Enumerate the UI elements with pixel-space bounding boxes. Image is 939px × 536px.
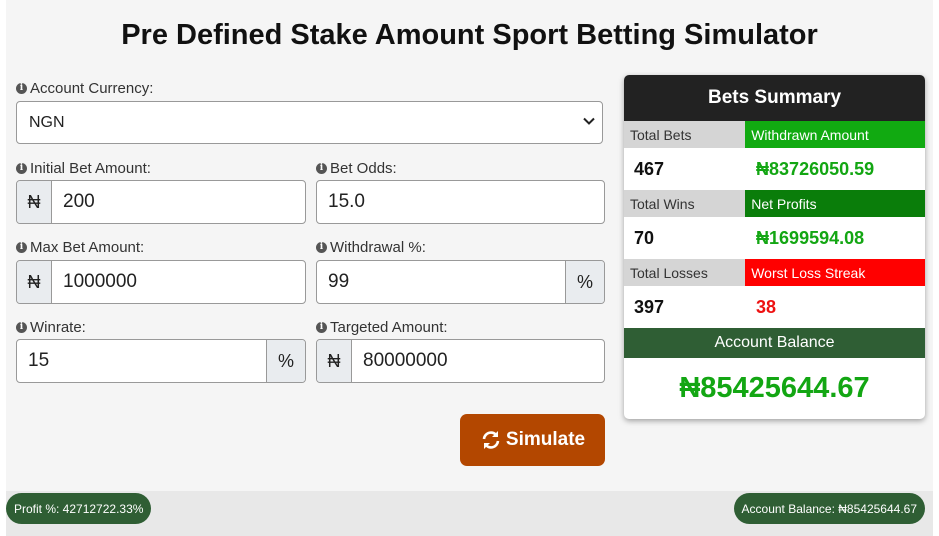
account-balance-label: Account Balance [624, 328, 925, 358]
target-label: i Targeted Amount: [316, 319, 448, 336]
withdrawal-group: 99 % [316, 260, 605, 304]
total-bets-value: 467 [634, 158, 665, 179]
account-balance-value: ₦85425644.67 [679, 371, 870, 404]
summary-row-values: 467 ₦83726050.59 [624, 148, 925, 190]
bets-summary-card: Bets Summary Total Bets Withdrawn Amount… [624, 75, 925, 419]
info-icon: i [316, 163, 327, 174]
withdrawn-value: ₦83726050.59 [756, 158, 875, 179]
info-icon: i [16, 83, 27, 94]
info-icon: i [316, 322, 327, 333]
summary-row-values: 397 38 [624, 286, 925, 328]
info-icon: i [16, 242, 27, 253]
initial-bet-input[interactable]: 200 [52, 181, 305, 223]
worst-streak-label: Worst Loss Streak [745, 259, 925, 286]
winrate-input[interactable]: 15 [17, 340, 266, 382]
withdrawal-label: i Withdrawal %: [316, 239, 426, 256]
info-icon: i [16, 322, 27, 333]
currency-symbol-addon: ₦ [17, 261, 52, 303]
info-icon: i [16, 163, 27, 174]
max-bet-input[interactable]: 1000000 [52, 261, 305, 303]
profit-badge: Profit %: 42712722.33% [6, 493, 152, 524]
total-wins-value: 70 [634, 227, 655, 248]
bet-odds-input[interactable]: 15.0 [317, 181, 604, 223]
summary-row-header: Total Bets Withdrawn Amount [624, 121, 925, 148]
account-balance-badge: Account Balance: ₦85425644.67 [733, 493, 925, 524]
withdrawn-label: Withdrawn Amount [745, 121, 925, 148]
worst-streak-value: 38 [756, 296, 777, 317]
max-bet-group: ₦ 1000000 [16, 260, 306, 304]
max-bet-label: i Max Bet Amount: [16, 239, 144, 256]
percent-addon: % [565, 261, 604, 303]
summary-row-values: 70 ₦1699594.08 [624, 217, 925, 259]
percent-addon: % [266, 340, 305, 382]
bet-odds-group: 15.0 [316, 180, 605, 224]
net-profits-label: Net Profits [745, 190, 925, 217]
currency-symbol-addon: ₦ [17, 181, 52, 223]
page-title: Pre Defined Stake Amount Sport Betting S… [121, 19, 818, 51]
summary-row-header: Total Wins Net Profits [624, 190, 925, 217]
simulate-button[interactable]: Simulate [460, 414, 605, 466]
refresh-icon [482, 431, 500, 449]
summary-row-header: Total Losses Worst Loss Streak [624, 259, 925, 286]
target-input[interactable]: 80000000 [352, 340, 604, 382]
initial-bet-group: ₦ 200 [16, 180, 306, 224]
bet-odds-label: i Bet Odds: [316, 160, 397, 177]
initial-bet-label: i Initial Bet Amount: [16, 160, 151, 177]
chevron-down-icon [583, 117, 595, 125]
total-wins-label: Total Wins [624, 190, 746, 217]
total-losses-value: 397 [634, 296, 665, 317]
currency-select[interactable]: NGN [16, 101, 603, 144]
withdrawal-input[interactable]: 99 [317, 261, 565, 303]
currency-label: i Account Currency: [16, 80, 153, 97]
net-profits-value: ₦1699594.08 [756, 227, 865, 248]
total-losses-label: Total Losses [624, 259, 746, 286]
currency-symbol-addon: ₦ [317, 340, 352, 382]
winrate-group: 15 % [16, 339, 306, 383]
total-bets-label: Total Bets [624, 121, 746, 148]
target-group: ₦ 80000000 [316, 339, 605, 383]
winrate-label: i Winrate: [16, 319, 86, 336]
info-icon: i [316, 242, 327, 253]
summary-heading: Bets Summary [624, 75, 925, 121]
